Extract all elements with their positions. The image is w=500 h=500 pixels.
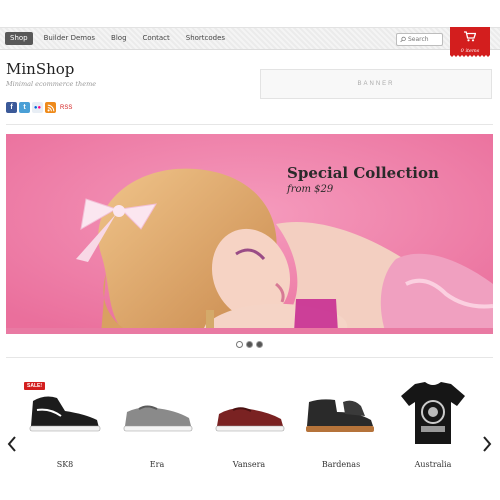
facebook-icon[interactable]: f: [6, 102, 17, 113]
slider-dot-1[interactable]: [236, 341, 243, 348]
slider-dot-2[interactable]: [246, 341, 253, 348]
search-icon: [400, 36, 406, 43]
nav-shortcodes[interactable]: Shortcodes: [181, 32, 230, 45]
rss-icon[interactable]: [45, 102, 56, 113]
twitter-icon[interactable]: t: [19, 102, 30, 113]
rss-link[interactable]: RSS: [60, 105, 72, 111]
header-divider: [6, 124, 493, 125]
top-navigation-bar: Shop Builder Demos Blog Contact Shortcod…: [0, 27, 500, 50]
site-logo[interactable]: MinShop: [6, 60, 74, 78]
cart-button[interactable]: 0 items: [450, 27, 490, 58]
sale-badge: SALE!: [24, 382, 45, 390]
product-card[interactable]: Vansera: [209, 376, 289, 476]
product-name[interactable]: Era: [117, 460, 197, 469]
product-card[interactable]: Bardenas: [301, 376, 381, 476]
carousel-next-button[interactable]: [482, 435, 492, 453]
site-tagline: Minimal ecommerce theme: [6, 80, 97, 88]
product-image-australia: [401, 382, 465, 444]
cart-icon: [464, 31, 477, 42]
banner-placeholder[interactable]: BANNER: [260, 69, 492, 99]
social-links: f t ● ● RSS: [6, 102, 72, 113]
slide-subtitle: from $29: [287, 184, 334, 195]
nav-builder-demos[interactable]: Builder Demos: [39, 32, 100, 45]
flickr-icon[interactable]: ● ●: [32, 102, 43, 113]
chevron-right-icon: [483, 436, 492, 452]
search-input[interactable]: [408, 36, 442, 43]
product-image-era: [123, 405, 193, 432]
product-card[interactable]: Australia: [393, 376, 473, 476]
product-name[interactable]: Vansera: [209, 460, 289, 469]
nav-shop[interactable]: Shop: [5, 32, 33, 45]
slider-dot-3[interactable]: [256, 341, 263, 348]
nav-contact[interactable]: Contact: [138, 32, 175, 45]
product-name[interactable]: SK8: [25, 460, 105, 469]
product-name[interactable]: Bardenas: [301, 460, 381, 469]
chevron-left-icon: [7, 436, 16, 452]
slide-title: Special Collection: [287, 164, 439, 182]
product-image-vansera: [215, 407, 285, 432]
product-image-bardenas: [306, 399, 374, 432]
cart-count: 0 items: [460, 48, 480, 54]
nav-blog[interactable]: Blog: [106, 32, 131, 45]
product-name[interactable]: Australia: [393, 460, 473, 469]
carousel-prev-button[interactable]: [7, 435, 17, 453]
product-card[interactable]: SK8: [25, 376, 105, 476]
slider-divider: [6, 357, 493, 358]
slider-pagination: [236, 341, 263, 348]
search-box[interactable]: [396, 33, 443, 46]
main-menu: Shop Builder Demos Blog Contact Shortcod…: [5, 32, 230, 45]
product-card[interactable]: Era: [117, 376, 197, 476]
